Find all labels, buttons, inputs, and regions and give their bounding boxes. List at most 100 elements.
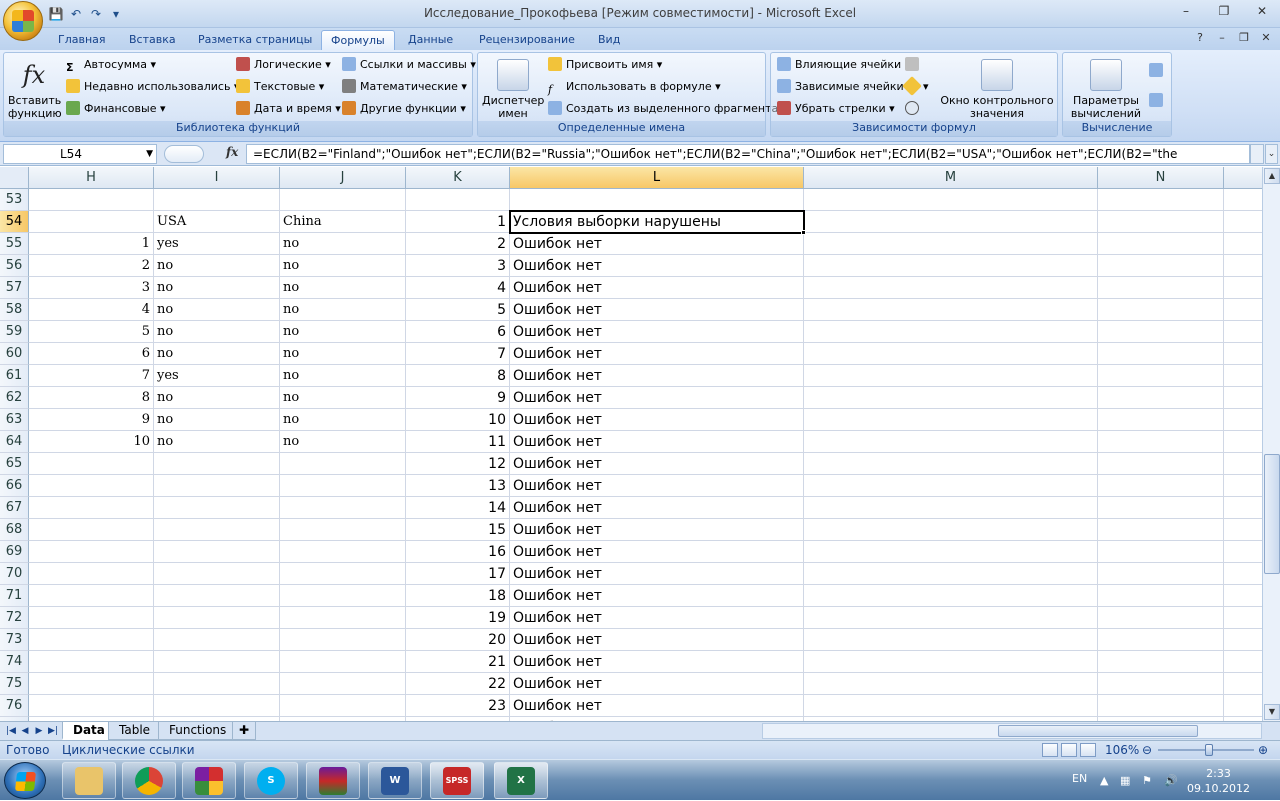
- cell-m[interactable]: [804, 365, 1098, 387]
- cell-h[interactable]: [29, 497, 154, 519]
- cell-o[interactable]: [1224, 453, 1262, 475]
- cell-j[interactable]: China: [280, 211, 406, 233]
- cell-o[interactable]: [1224, 607, 1262, 629]
- cell-k[interactable]: 21: [406, 651, 510, 673]
- cell-n[interactable]: [1098, 211, 1224, 233]
- cell-j[interactable]: no: [280, 431, 406, 453]
- cell-l[interactable]: Ошибок нет: [510, 453, 804, 475]
- zoom-in-icon[interactable]: ⊕: [1258, 743, 1268, 757]
- cell-n[interactable]: [1098, 431, 1224, 453]
- cell-k[interactable]: [406, 189, 510, 211]
- volume-icon[interactable]: 🔊: [1164, 774, 1178, 787]
- cell-n[interactable]: [1098, 277, 1224, 299]
- row-header[interactable]: 71: [0, 585, 29, 607]
- taskbar-app-colorful[interactable]: [182, 762, 236, 799]
- cell-i[interactable]: [154, 497, 280, 519]
- fill-handle[interactable]: [801, 230, 806, 235]
- cell-n[interactable]: [1098, 189, 1224, 211]
- cell-j[interactable]: no: [280, 255, 406, 277]
- cell-m[interactable]: [804, 585, 1098, 607]
- row-header[interactable]: 56: [0, 255, 29, 277]
- cell-k[interactable]: 15: [406, 519, 510, 541]
- cell-h[interactable]: [29, 541, 154, 563]
- cell-h[interactable]: [29, 673, 154, 695]
- text-button[interactable]: Текстовые ▾: [236, 77, 324, 97]
- cell-m[interactable]: [804, 255, 1098, 277]
- cell-i[interactable]: no: [154, 387, 280, 409]
- tab-home[interactable]: Главная: [49, 30, 115, 50]
- doc-close-icon[interactable]: ✕: [1258, 31, 1274, 47]
- math-button[interactable]: Математические ▾: [342, 77, 467, 97]
- cell-h[interactable]: [29, 629, 154, 651]
- cell-n[interactable]: [1098, 651, 1224, 673]
- taskbar-excel[interactable]: X: [494, 762, 548, 799]
- cell-h[interactable]: 1: [29, 233, 154, 255]
- cell-m[interactable]: [804, 211, 1098, 233]
- cell-k[interactable]: 11: [406, 431, 510, 453]
- cell-n[interactable]: [1098, 387, 1224, 409]
- column-header-k[interactable]: K: [406, 167, 510, 189]
- cell-n[interactable]: [1098, 673, 1224, 695]
- last-sheet-icon[interactable]: ▶|: [46, 724, 60, 738]
- row-header[interactable]: 76: [0, 695, 29, 717]
- cell-i[interactable]: yes: [154, 365, 280, 387]
- date-time-button[interactable]: Дата и время ▾: [236, 99, 341, 119]
- column-header-m[interactable]: M: [804, 167, 1098, 189]
- cell-o[interactable]: [1224, 233, 1262, 255]
- cell-j[interactable]: no: [280, 233, 406, 255]
- cell-j[interactable]: [280, 695, 406, 717]
- cell-h[interactable]: 8: [29, 387, 154, 409]
- row-header[interactable]: 59: [0, 321, 29, 343]
- cell-i[interactable]: [154, 651, 280, 673]
- restore-icon[interactable]: ❐: [1212, 2, 1236, 20]
- cell-l[interactable]: Ошибок нет: [510, 431, 804, 453]
- cell-j[interactable]: no: [280, 387, 406, 409]
- first-sheet-icon[interactable]: |◀: [4, 724, 18, 738]
- cell-k[interactable]: 22: [406, 673, 510, 695]
- tab-review[interactable]: Рецензирование: [470, 30, 584, 50]
- define-name-button[interactable]: Присвоить имя ▾: [548, 55, 662, 75]
- cell-l[interactable]: Ошибок нет: [510, 343, 804, 365]
- cell-n[interactable]: [1098, 255, 1224, 277]
- cell-h[interactable]: [29, 563, 154, 585]
- sheet-tab-functions[interactable]: Functions: [158, 722, 238, 740]
- row-header[interactable]: 72: [0, 607, 29, 629]
- cell-i[interactable]: yes: [154, 233, 280, 255]
- cell-h[interactable]: 10: [29, 431, 154, 453]
- error-checking-button[interactable]: ▾: [902, 76, 929, 97]
- row-header[interactable]: 66: [0, 475, 29, 497]
- cell-k[interactable]: 17: [406, 563, 510, 585]
- cell-j[interactable]: [280, 607, 406, 629]
- cell-j[interactable]: no: [280, 277, 406, 299]
- cell-o[interactable]: [1224, 651, 1262, 673]
- tab-view[interactable]: Вид: [589, 30, 629, 50]
- cell-n[interactable]: [1098, 519, 1224, 541]
- formula-cancel-enter-area[interactable]: [164, 145, 204, 163]
- start-button[interactable]: [4, 762, 46, 799]
- calculate-now-button[interactable]: [1149, 61, 1167, 81]
- cell-j[interactable]: no: [280, 343, 406, 365]
- cell-j[interactable]: [280, 189, 406, 211]
- zoom-slider-knob[interactable]: [1205, 744, 1213, 756]
- cell-i[interactable]: no: [154, 321, 280, 343]
- cell-l[interactable]: Условия выборки нарушены: [510, 211, 804, 233]
- show-formulas-button[interactable]: [905, 55, 923, 75]
- cell-o[interactable]: [1224, 365, 1262, 387]
- cell-k[interactable]: 12: [406, 453, 510, 475]
- name-manager-button[interactable]: Диспетчер имен: [482, 59, 544, 120]
- row-header[interactable]: 58: [0, 299, 29, 321]
- cell-m[interactable]: [804, 321, 1098, 343]
- cell-h[interactable]: 7: [29, 365, 154, 387]
- row-header[interactable]: 75: [0, 673, 29, 695]
- zoom-out-icon[interactable]: ⊖: [1142, 743, 1152, 757]
- cell-m[interactable]: [804, 189, 1098, 211]
- cell-h[interactable]: [29, 695, 154, 717]
- cell-i[interactable]: [154, 189, 280, 211]
- cell-n[interactable]: [1098, 695, 1224, 717]
- cell-o[interactable]: [1224, 519, 1262, 541]
- cell-n[interactable]: [1098, 607, 1224, 629]
- taskbar-explorer[interactable]: [62, 762, 116, 799]
- normal-view-icon[interactable]: [1042, 743, 1058, 757]
- cell-n[interactable]: [1098, 475, 1224, 497]
- cell-l[interactable]: Ошибок нет: [510, 563, 804, 585]
